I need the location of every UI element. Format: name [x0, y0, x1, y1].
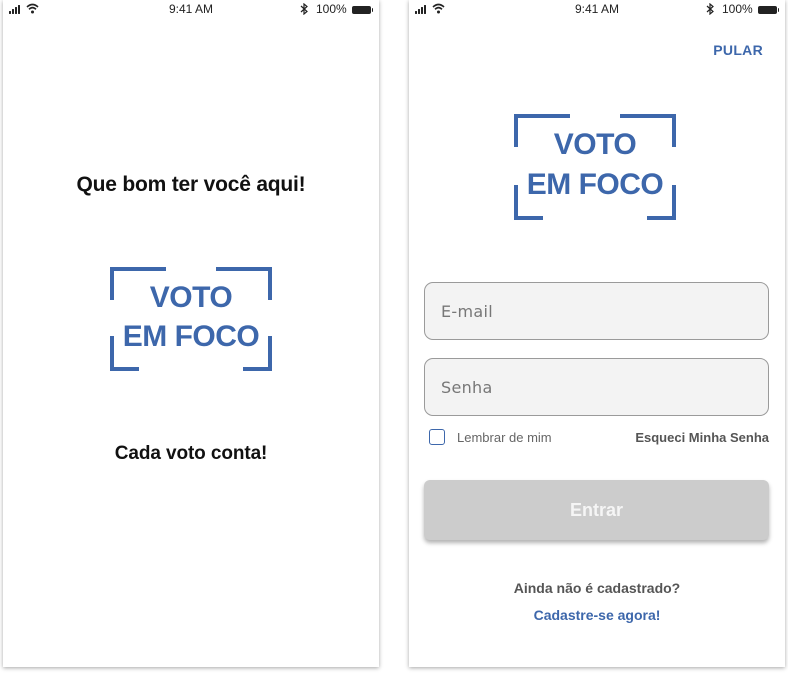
battery-percent: 100% [316, 2, 347, 16]
email-input[interactable] [425, 283, 768, 339]
battery-icon [758, 6, 779, 14]
battery-icon [352, 6, 373, 14]
forgot-password-link[interactable]: Esqueci Minha Senha [635, 430, 769, 445]
password-input[interactable] [425, 359, 768, 415]
welcome-title: Que bom ter você aqui! [76, 173, 306, 196]
email-field[interactable] [424, 282, 769, 340]
status-bar: 9:41 AM 100% [409, 0, 785, 20]
skip-button[interactable]: PULAR [713, 42, 763, 58]
battery-percent: 100% [722, 2, 753, 16]
checkbox-icon[interactable] [429, 429, 445, 445]
password-field[interactable] [424, 358, 769, 416]
app-logo: VOTO EM FOCO [513, 113, 677, 221]
login-button[interactable]: Entrar [424, 480, 769, 540]
welcome-screen: 9:41 AM 100% Que bom ter você aqui! VOTO… [3, 0, 379, 667]
bluetooth-icon [300, 3, 308, 15]
logo-line2: EM FOCO [122, 320, 260, 353]
logo-line1: VOTO [149, 281, 233, 314]
not-registered-text: Ainda não é cadastrado? [513, 580, 681, 596]
status-bar: 9:41 AM 100% [3, 0, 379, 20]
remember-me-label: Lembrar de mim [457, 429, 552, 445]
logo-line1: VOTO [553, 128, 637, 161]
logo-line2: EM FOCO [526, 168, 664, 201]
login-screen: 9:41 AM 100% PULAR VOTO EM FOCO Lembrar … [409, 0, 785, 667]
app-logo: VOTO EM FOCO [109, 266, 273, 372]
bluetooth-icon [706, 3, 714, 15]
remember-me-toggle[interactable]: Lembrar de mim [429, 428, 552, 446]
signup-link[interactable]: Cadastre-se agora! [409, 607, 785, 623]
tagline: Cada voto conta! [114, 443, 268, 464]
